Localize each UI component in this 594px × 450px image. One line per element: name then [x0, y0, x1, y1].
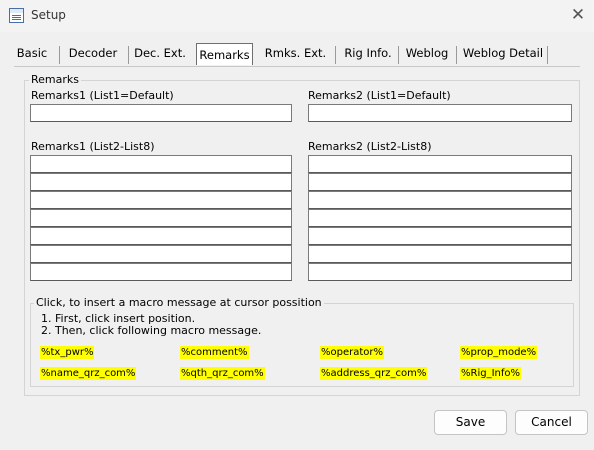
- remarks1-list7-field[interactable]: [30, 245, 292, 263]
- title-bar: Setup ✕: [0, 0, 594, 32]
- remarks2-list4-field[interactable]: [308, 191, 572, 209]
- tab-separator: [128, 46, 129, 64]
- tab-weblog-detail[interactable]: Weblog Detail: [460, 42, 546, 64]
- remarks2-default-field[interactable]: [308, 104, 572, 122]
- remarks-group-title: Remarks: [29, 73, 81, 86]
- tab-basic[interactable]: Basic: [14, 42, 50, 64]
- remarks1-list3-field[interactable]: [30, 173, 292, 191]
- window-title: Setup: [31, 8, 66, 22]
- tab-remarks[interactable]: Remarks: [196, 43, 253, 65]
- tab-separator: [59, 46, 60, 64]
- remarks2-list5-field[interactable]: [308, 209, 572, 227]
- macro-group-title: Click, to insert a macro message at curs…: [34, 296, 324, 309]
- tab-decoder[interactable]: Decoder: [64, 42, 122, 64]
- tab-separator: [335, 46, 336, 64]
- tab-separator: [456, 46, 457, 64]
- remarks1-list4-field[interactable]: [30, 191, 292, 209]
- macro-prop-mode[interactable]: %prop_mode%: [460, 346, 538, 359]
- macro-tx-pwr[interactable]: %tx_pwr%: [40, 346, 95, 359]
- macro-step2: 2. Then, click following macro message.: [41, 324, 262, 337]
- macro-rig-info[interactable]: %Rig_Info%: [460, 367, 522, 380]
- macro-qth-qrz-com[interactable]: %qth_qrz_com%: [180, 367, 265, 380]
- tab-separator: [398, 46, 399, 64]
- tab-rig-info[interactable]: Rig Info.: [340, 42, 396, 64]
- macro-operator[interactable]: %operator%: [320, 346, 385, 359]
- tab-dec-ext[interactable]: Dec. Ext.: [132, 42, 188, 64]
- macro-comment[interactable]: %comment%: [180, 346, 249, 359]
- remarks2-default-label: Remarks2 (List1=Default): [308, 89, 451, 102]
- save-button[interactable]: Save: [434, 410, 507, 435]
- remarks2-list2-field[interactable]: [308, 155, 572, 173]
- tab-rmks-ext[interactable]: Rmks. Ext.: [261, 42, 330, 64]
- remarks2-list8-field[interactable]: [308, 263, 572, 281]
- remarks1-list6-field[interactable]: [30, 227, 292, 245]
- remarks2-list3-field[interactable]: [308, 173, 572, 191]
- remarks1-list5-field[interactable]: [30, 209, 292, 227]
- remarks1-list8-field[interactable]: [30, 263, 292, 281]
- tab-page-border: [14, 66, 580, 67]
- remarks2-list-label: Remarks2 (List2-List8): [308, 140, 432, 153]
- tab-separator: [547, 46, 548, 64]
- remarks1-default-label: Remarks1 (List1=Default): [31, 89, 174, 102]
- app-icon: [9, 8, 24, 23]
- remarks1-list2-field[interactable]: [30, 155, 292, 173]
- remarks1-list-label: Remarks1 (List2-List8): [31, 140, 155, 153]
- macro-address-qrz-com[interactable]: %address_qrz_com%: [320, 367, 428, 380]
- remarks1-default-field[interactable]: [30, 104, 292, 122]
- tab-weblog[interactable]: Weblog: [401, 42, 453, 64]
- remarks2-list6-field[interactable]: [308, 227, 572, 245]
- remarks2-list7-field[interactable]: [308, 245, 572, 263]
- cancel-button[interactable]: Cancel: [515, 410, 588, 435]
- close-icon[interactable]: ✕: [566, 4, 590, 26]
- macro-name-qrz-com[interactable]: %name_qrz_com%: [40, 367, 137, 380]
